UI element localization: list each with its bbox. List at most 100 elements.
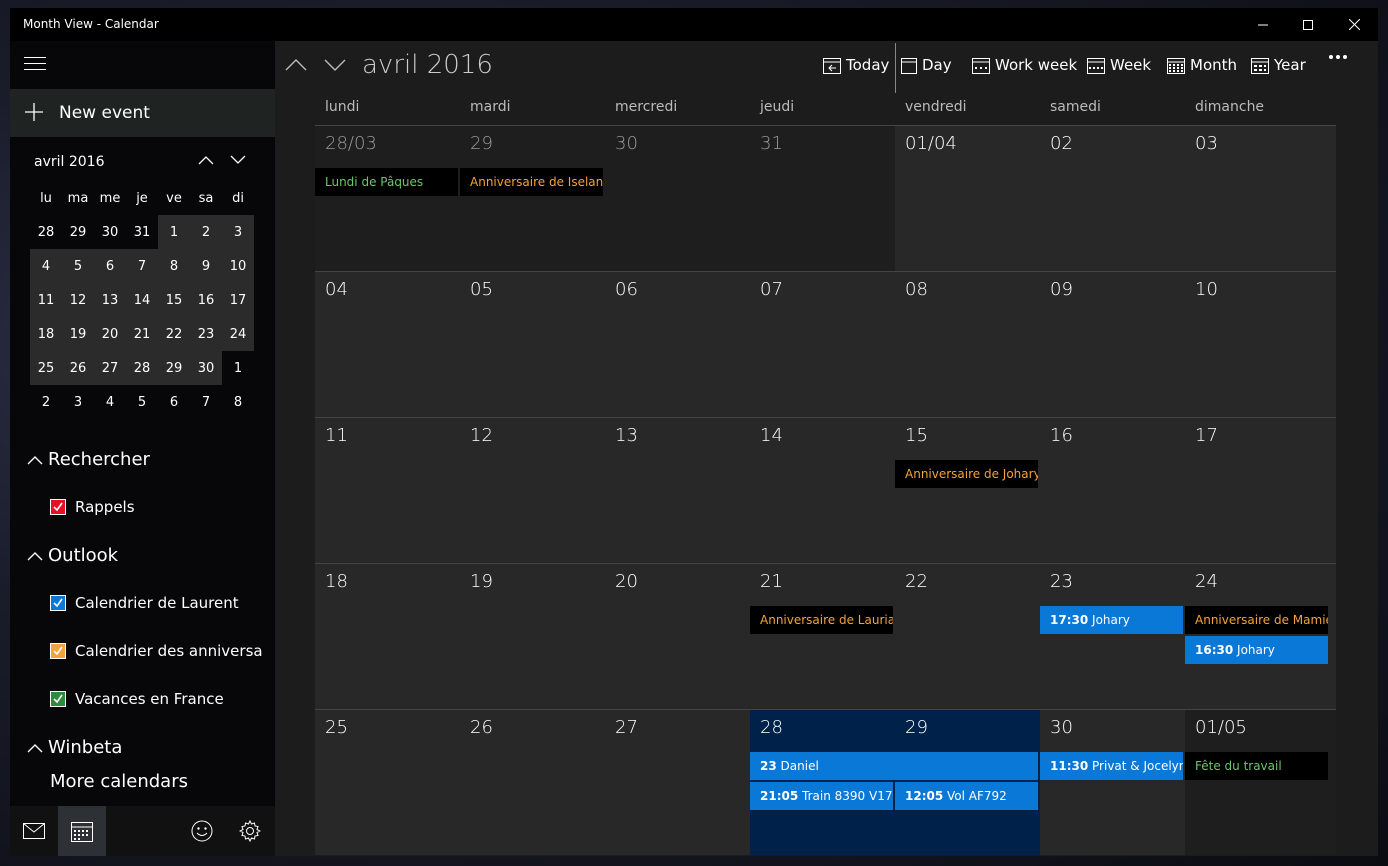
mini-calendar-day[interactable]: 18 bbox=[30, 317, 62, 351]
mini-calendar-day[interactable]: 28 bbox=[30, 215, 62, 249]
mini-calendar-day[interactable]: 7 bbox=[190, 385, 222, 419]
mini-calendar-day[interactable]: 3 bbox=[222, 215, 254, 249]
chevron-up-icon[interactable] bbox=[198, 153, 214, 169]
hamburger-menu-icon[interactable] bbox=[24, 57, 46, 73]
day-cell[interactable]: 09 bbox=[1040, 271, 1185, 417]
calendar-item-vacances[interactable]: Vacances en France bbox=[50, 690, 263, 708]
day-cell[interactable]: 27 bbox=[605, 709, 750, 855]
day-cell[interactable]: 17 bbox=[1185, 417, 1336, 563]
event-chip[interactable]: 16:30 Johary bbox=[1185, 636, 1328, 664]
mini-calendar-day[interactable]: 6 bbox=[158, 385, 190, 419]
mini-calendar-day[interactable]: 9 bbox=[190, 249, 222, 283]
mini-calendar-day[interactable]: 30 bbox=[94, 215, 126, 249]
event-chip[interactable]: Lundi de Pâques bbox=[315, 168, 458, 196]
day-cell[interactable]: 30 bbox=[605, 125, 750, 271]
maximize-button[interactable] bbox=[1285, 8, 1331, 41]
day-cell[interactable]: 07 bbox=[750, 271, 895, 417]
more-options-icon[interactable] bbox=[1328, 54, 1353, 60]
event-chip[interactable]: 17:30 Johary bbox=[1040, 606, 1183, 634]
day-cell[interactable]: 16 bbox=[1040, 417, 1185, 563]
day-cell[interactable]: 12 bbox=[460, 417, 605, 563]
mini-calendar-day[interactable]: 31 bbox=[126, 215, 158, 249]
mini-calendar-day[interactable]: 3 bbox=[62, 385, 94, 419]
event-chip[interactable]: Anniversaire de Johary bbox=[895, 460, 1038, 488]
mini-calendar-day[interactable]: 11 bbox=[30, 283, 62, 317]
month-view-button[interactable]: Month bbox=[1167, 56, 1237, 74]
day-cell[interactable]: 19 bbox=[460, 563, 605, 709]
calendar-item-laurent[interactable]: Calendrier de Laurent bbox=[50, 594, 263, 612]
mini-calendar-day[interactable]: 14 bbox=[126, 283, 158, 317]
mini-calendar-day[interactable]: 29 bbox=[62, 215, 94, 249]
checkbox-checked-icon[interactable] bbox=[50, 691, 66, 707]
day-cell[interactable]: 26 bbox=[460, 709, 605, 855]
event-chip[interactable]: 12:05 Vol AF792 bbox=[895, 782, 1038, 810]
day-cell[interactable]: 30 bbox=[1040, 709, 1185, 855]
event-chip[interactable]: 21:05 Train 8390 V17 F bbox=[750, 782, 893, 810]
mini-calendar-day[interactable]: 15 bbox=[158, 283, 190, 317]
event-chip[interactable]: 23 Daniel bbox=[750, 752, 1038, 780]
day-cell[interactable]: 14 bbox=[750, 417, 895, 563]
day-cell[interactable]: 29 bbox=[460, 125, 605, 271]
mini-calendar-day[interactable]: 6 bbox=[94, 249, 126, 283]
calendar-item-anniversaires[interactable]: Calendrier des anniversaires bbox=[50, 642, 263, 660]
day-cell[interactable]: 06 bbox=[605, 271, 750, 417]
day-cell[interactable]: 01/05 bbox=[1185, 709, 1336, 855]
chevron-down-icon[interactable] bbox=[230, 153, 246, 169]
event-chip[interactable]: Anniversaire de Iselanc bbox=[460, 168, 603, 196]
mini-calendar-day[interactable]: 5 bbox=[62, 249, 94, 283]
group-rechercher[interactable]: Rechercher bbox=[26, 449, 150, 470]
group-outlook[interactable]: Outlook bbox=[26, 545, 118, 566]
event-chip[interactable]: 11:30 Privat & Jocelyne bbox=[1040, 752, 1183, 780]
mini-calendar-day[interactable]: 1 bbox=[222, 351, 254, 385]
mini-calendar-day[interactable]: 7 bbox=[126, 249, 158, 283]
previous-month-chevron-up-icon[interactable] bbox=[285, 57, 307, 76]
day-cell[interactable]: 01/04 bbox=[895, 125, 1040, 271]
mini-calendar-day[interactable]: 20 bbox=[94, 317, 126, 351]
work-week-view-button[interactable]: Work week bbox=[972, 56, 1077, 74]
mini-calendar-day[interactable]: 16 bbox=[190, 283, 222, 317]
day-cell[interactable]: 20 bbox=[605, 563, 750, 709]
mini-calendar-day[interactable]: 30 bbox=[190, 351, 222, 385]
day-cell[interactable]: 10 bbox=[1185, 271, 1336, 417]
day-cell[interactable]: 28/03 bbox=[315, 125, 460, 271]
day-cell[interactable]: 08 bbox=[895, 271, 1040, 417]
day-cell[interactable]: 13 bbox=[605, 417, 750, 563]
day-cell[interactable]: 11 bbox=[315, 417, 460, 563]
close-button[interactable] bbox=[1331, 8, 1377, 41]
mini-calendar-day[interactable]: 22 bbox=[158, 317, 190, 351]
smiley-feedback-icon[interactable] bbox=[178, 806, 226, 856]
event-chip[interactable]: Anniversaire de Lauriar bbox=[750, 606, 893, 634]
week-view-button[interactable]: Week bbox=[1087, 56, 1151, 74]
mini-calendar-day[interactable]: 10 bbox=[222, 249, 254, 283]
day-cell[interactable]: 03 bbox=[1185, 125, 1336, 271]
mini-calendar-day[interactable]: 8 bbox=[222, 385, 254, 419]
mini-calendar-day[interactable]: 2 bbox=[190, 215, 222, 249]
day-cell[interactable]: 05 bbox=[460, 271, 605, 417]
day-cell[interactable]: 21 bbox=[750, 563, 895, 709]
mini-calendar-day[interactable]: 26 bbox=[62, 351, 94, 385]
mini-calendar-day[interactable]: 4 bbox=[94, 385, 126, 419]
mini-calendar-day[interactable]: 19 bbox=[62, 317, 94, 351]
day-cell[interactable]: 25 bbox=[315, 709, 460, 855]
day-cell[interactable]: 18 bbox=[315, 563, 460, 709]
mini-calendar-day[interactable]: 1 bbox=[158, 215, 190, 249]
day-cell[interactable]: 04 bbox=[315, 271, 460, 417]
mini-calendar-day[interactable]: 17 bbox=[222, 283, 254, 317]
next-month-chevron-down-icon[interactable] bbox=[324, 57, 346, 76]
mail-icon[interactable] bbox=[10, 806, 58, 856]
more-calendars-link[interactable]: More calendars bbox=[50, 771, 188, 792]
year-view-button[interactable]: Year bbox=[1251, 56, 1306, 74]
mini-calendar-day[interactable]: 24 bbox=[222, 317, 254, 351]
checkbox-checked-icon[interactable] bbox=[50, 643, 66, 659]
calendar-icon[interactable] bbox=[58, 806, 106, 856]
day-cell[interactable]: 22 bbox=[895, 563, 1040, 709]
mini-calendar-day[interactable]: 28 bbox=[126, 351, 158, 385]
calendar-item-rappels[interactable]: Rappels bbox=[50, 498, 263, 516]
checkbox-checked-icon[interactable] bbox=[50, 499, 66, 515]
event-chip[interactable]: Fête du travail bbox=[1185, 752, 1328, 780]
event-chip[interactable]: Anniversaire de Mamie bbox=[1185, 606, 1328, 634]
mini-calendar-day[interactable]: 2 bbox=[30, 385, 62, 419]
mini-calendar-day[interactable]: 25 bbox=[30, 351, 62, 385]
mini-calendar-day[interactable]: 5 bbox=[126, 385, 158, 419]
mini-calendar-day[interactable]: 27 bbox=[94, 351, 126, 385]
